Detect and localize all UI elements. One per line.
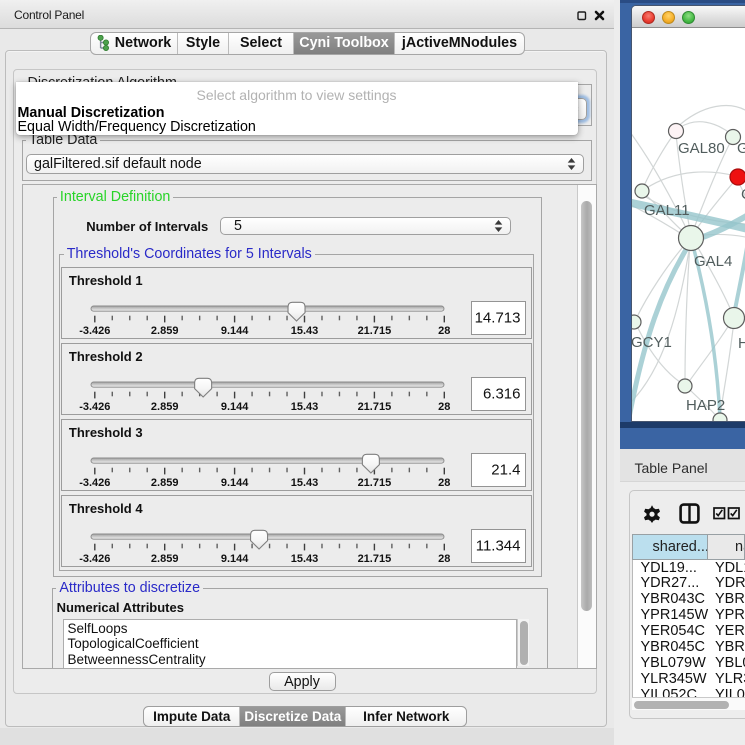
svg-text:21.715: 21.715 (358, 553, 392, 565)
svg-text:15.43: 15.43 (291, 401, 319, 413)
svg-text:-3.426: -3.426 (80, 401, 111, 413)
svg-text:9.144: 9.144 (221, 325, 249, 337)
svg-text:21.715: 21.715 (358, 477, 392, 489)
svg-text:2.859: 2.859 (151, 325, 179, 337)
svg-text:GAL11: GAL11 (644, 202, 690, 219)
svg-text:15.43: 15.43 (291, 325, 319, 337)
svg-text:9.144: 9.144 (221, 553, 249, 565)
svg-text:15.43: 15.43 (291, 477, 319, 489)
svg-text:21.715: 21.715 (358, 401, 392, 413)
svg-text:GA: GA (737, 140, 745, 157)
svg-text:9.144: 9.144 (221, 477, 249, 489)
svg-text:28: 28 (439, 401, 451, 413)
svg-text:21.715: 21.715 (358, 325, 392, 337)
svg-text:-3.426: -3.426 (80, 477, 111, 489)
svg-text:15.43: 15.43 (291, 553, 319, 565)
svg-text:-3.426: -3.426 (80, 325, 111, 337)
svg-text:2.859: 2.859 (151, 477, 179, 489)
svg-text:2.859: 2.859 (151, 553, 179, 565)
svg-text:9.144: 9.144 (221, 401, 249, 413)
svg-text:28: 28 (439, 325, 451, 337)
svg-text:2.859: 2.859 (151, 401, 179, 413)
svg-text:28: 28 (439, 553, 451, 565)
svg-text:H: H (738, 335, 745, 352)
svg-text:-3.426: -3.426 (80, 553, 111, 565)
svg-text:GCY1: GCY1 (632, 334, 672, 351)
svg-text:HAP2: HAP2 (686, 397, 725, 414)
svg-text:GAL4: GAL4 (694, 253, 732, 270)
svg-text:C: C (741, 186, 745, 203)
svg-text:28: 28 (439, 477, 451, 489)
svg-text:GAL80: GAL80 (678, 140, 725, 157)
